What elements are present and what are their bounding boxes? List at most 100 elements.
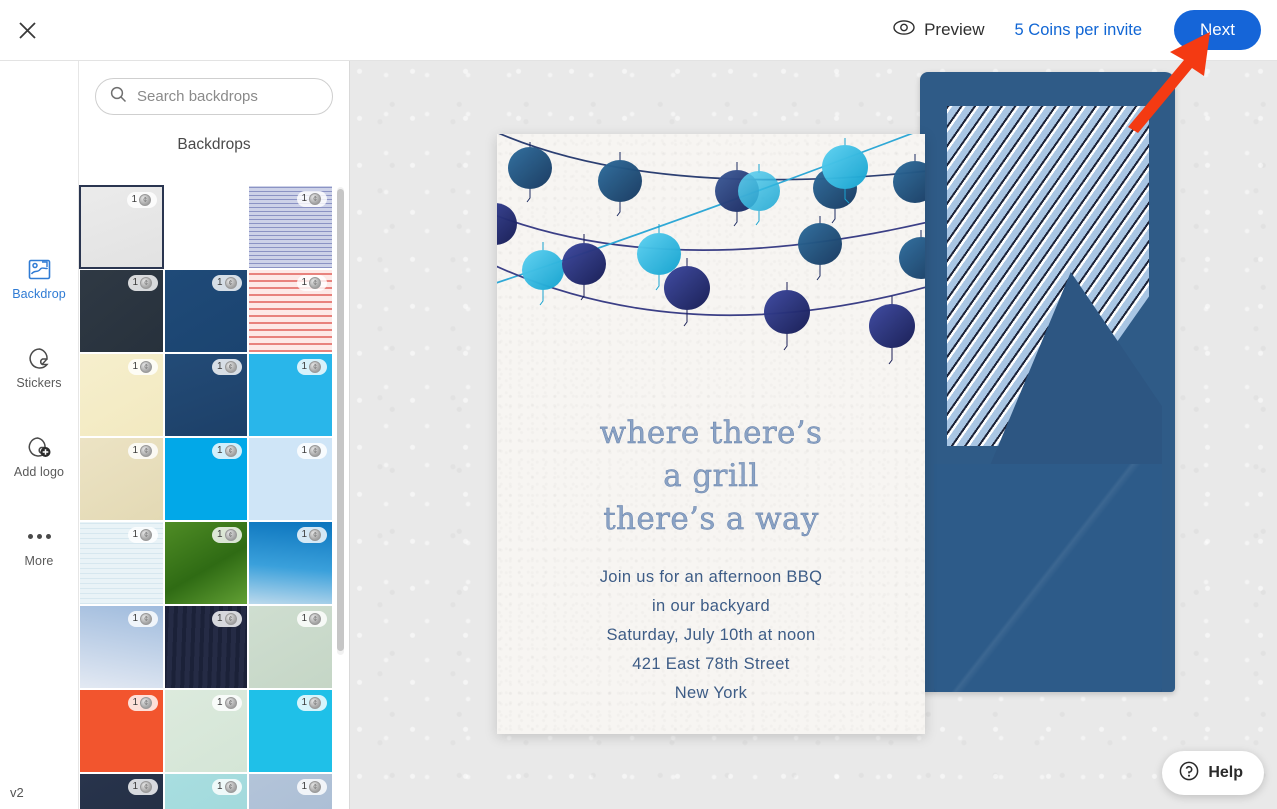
backdrop-thumb-navy-damask[interactable]: 1 ¢ <box>163 605 248 689</box>
backdrop-thumb-sage-green[interactable]: 1 ¢ <box>248 605 333 689</box>
backdrops-scroll-area[interactable]: 1 ¢ 1 ¢ 1 ¢ 1 ¢ 1 ¢ 1 ¢ 1 ¢ 1 ¢ 1 ¢ 1 ¢ 1 ¢ 1 ¢ 1 ¢ 1 ¢ 1 ¢ 1 ¢ 1 ¢ 1 ¢ 1 ¢ 1 ¢… <box>79 185 349 809</box>
backdrop-thumb-pale-blue[interactable]: 1 ¢ <box>248 437 333 521</box>
coin-icon: ¢ <box>140 781 153 793</box>
backdrop-thumb-light-gray-paper[interactable]: 1 ¢ <box>79 185 164 269</box>
coin-icon: ¢ <box>140 613 153 625</box>
close-icon <box>18 21 36 39</box>
coin-icon: ¢ <box>309 445 322 457</box>
card-headline: where there’s a grill there’s a way <box>497 412 925 541</box>
sidebar-item-add-logo-label: Add logo <box>13 465 65 479</box>
backdrop-thumb-navy-linen[interactable]: 1 ¢ <box>163 269 248 353</box>
backdrop-cost-badge: 1 ¢ <box>127 527 158 543</box>
backdrop-cost-value: 1 <box>301 277 308 288</box>
panel-scrollbar-thumb[interactable] <box>337 189 344 651</box>
preview-button[interactable]: Preview <box>881 14 996 46</box>
backdrop-thumb-charcoal-linen[interactable]: 1 ¢ <box>79 269 164 353</box>
coin-icon: ¢ <box>140 277 153 289</box>
backdrop-cost-badge: 1 ¢ <box>212 695 242 711</box>
help-button[interactable]: Help <box>1162 751 1264 795</box>
backdrop-cost-badge: 1 ¢ <box>127 359 158 375</box>
backdrop-thumb-steel-blue-linen[interactable]: 1 ¢ <box>248 773 333 809</box>
coins-per-invite-link[interactable]: 5 Coins per invite <box>1001 15 1156 46</box>
coin-icon: ¢ <box>140 445 153 457</box>
canvas-stage: where there’s a grill there’s a way Join… <box>350 61 1277 809</box>
search-input[interactable] <box>137 88 318 105</box>
coin-icon: ¢ <box>309 361 322 373</box>
backdrop-thumb-white-plain[interactable] <box>163 185 248 269</box>
coin-icon: ¢ <box>224 445 237 457</box>
backdrops-grid: 1 ¢ 1 ¢ 1 ¢ 1 ¢ 1 ¢ 1 ¢ 1 ¢ 1 ¢ 1 ¢ 1 ¢ 1 ¢ 1 ¢ 1 ¢ 1 ¢ 1 ¢ 1 ¢ 1 ¢ 1 ¢ 1 ¢ 1 ¢… <box>79 185 349 809</box>
coin-icon: ¢ <box>224 781 237 793</box>
ellipsis-icon <box>27 523 51 549</box>
backdrop-thumb-navy-picnic-photo[interactable]: 1 ¢ <box>163 353 248 437</box>
backdrop-cost-value: 1 <box>217 445 223 456</box>
search-box[interactable] <box>95 78 333 115</box>
coin-icon: ¢ <box>224 697 237 709</box>
version-label: v2 <box>10 785 24 800</box>
card-body: Join us for an afternoon BBQ in our back… <box>497 563 925 708</box>
sidebar-item-stickers[interactable]: Stickers <box>0 336 79 399</box>
coin-icon: ¢ <box>309 613 322 625</box>
card-text-block: where there’s a grill there’s a way Join… <box>497 412 925 708</box>
sidebar-item-backdrop[interactable]: Backdrop <box>0 247 79 310</box>
backdrop-thumb-grass-photo[interactable]: 1 ¢ <box>163 521 248 605</box>
backdrop-cost-value: 1 <box>132 445 139 456</box>
backdrop-cost-value: 1 <box>301 781 308 792</box>
coin-icon: ¢ <box>140 361 153 373</box>
backdrop-cost-value: 1 <box>217 613 223 624</box>
coin-icon: ¢ <box>309 529 322 541</box>
backdrop-thumb-cyan-rocket-photo[interactable]: 1 ¢ <box>248 689 333 773</box>
add-logo-icon <box>26 434 53 460</box>
coin-icon: ¢ <box>309 697 322 709</box>
backdrop-cost-value: 1 <box>217 697 223 708</box>
coin-icon: ¢ <box>224 277 237 289</box>
backdrop-thumb-hot-dog-photo[interactable]: 1 ¢ <box>248 353 333 437</box>
envelope-body <box>934 464 1162 692</box>
backdrop-thumb-orange-forks-photo[interactable]: 1 ¢ <box>79 689 164 773</box>
backdrop-cost-value: 1 <box>131 194 138 205</box>
backdrop-cost-value: 1 <box>301 613 308 624</box>
lantern-illustration <box>497 134 925 365</box>
backdrop-cost-badge: 1 ¢ <box>296 779 327 795</box>
backdrop-thumb-sky-clouds-photo[interactable]: 1 ¢ <box>248 521 333 605</box>
card-headline-line: where there’s <box>599 415 823 451</box>
backdrop-cost-badge: 1 ¢ <box>127 275 158 291</box>
backdrop-cost-value: 1 <box>301 361 308 372</box>
backdrop-thumb-blue-graph-check[interactable]: 1 ¢ <box>248 185 333 269</box>
top-toolbar: Preview 5 Coins per invite Next <box>0 0 1277 61</box>
backdrop-cost-badge: 1 ¢ <box>127 779 158 795</box>
invitation-card[interactable]: where there’s a grill there’s a way Join… <box>497 134 925 734</box>
backdrop-cost-value: 1 <box>132 697 139 708</box>
backdrop-thumb-icy-grid[interactable]: 1 ¢ <box>79 521 164 605</box>
backdrop-cost-badge: 1 ¢ <box>212 275 242 291</box>
coin-icon: ¢ <box>224 529 237 541</box>
coin-icon: ¢ <box>224 361 237 373</box>
close-button[interactable] <box>3 6 51 54</box>
backdrop-cost-value: 1 <box>132 613 139 624</box>
sidebar-item-more[interactable]: More <box>0 514 79 577</box>
backdrop-cost-badge: 1 ¢ <box>126 192 157 208</box>
left-tool-rail: Backdrop Stickers Add logo More v2 <box>0 61 79 809</box>
card-body-line: Join us for an afternoon BBQ <box>599 568 823 586</box>
backdrop-cost-value: 1 <box>132 277 139 288</box>
next-button[interactable]: Next <box>1174 10 1261 50</box>
backdrop-thumb-red-gingham[interactable]: 1 ¢ <box>248 269 333 353</box>
backdrop-cost-badge: 1 ¢ <box>127 695 158 711</box>
backdrop-thumb-bright-blue[interactable]: 1 ¢ <box>163 437 248 521</box>
backdrop-thumb-mint-paper[interactable]: 1 ¢ <box>163 689 248 773</box>
backdrop-thumb-aqua-paper[interactable]: 1 ¢ <box>163 773 248 809</box>
backdrop-thumb-dark-navy-linen[interactable]: 1 ¢ <box>79 773 164 809</box>
sticker-icon <box>27 345 52 371</box>
backdrop-thumb-soft-blue-gradient[interactable]: 1 ¢ <box>79 605 164 689</box>
backdrop-cost-value: 1 <box>301 697 308 708</box>
card-headline-line: a grill <box>663 458 759 494</box>
coin-icon: ¢ <box>140 697 153 709</box>
backdrop-thumb-cream-paper[interactable]: 1 ¢ <box>79 353 164 437</box>
sidebar-item-add-logo[interactable]: Add logo <box>0 425 79 488</box>
sidebar-item-more-label: More <box>24 554 54 568</box>
backdrop-icon <box>27 256 52 282</box>
backdrop-thumb-beige-linen[interactable]: 1 ¢ <box>79 437 164 521</box>
card-body-line: 421 East 78th Street <box>632 655 790 673</box>
backdrop-cost-value: 1 <box>217 361 223 372</box>
backdrop-cost-badge: 1 ¢ <box>296 695 327 711</box>
